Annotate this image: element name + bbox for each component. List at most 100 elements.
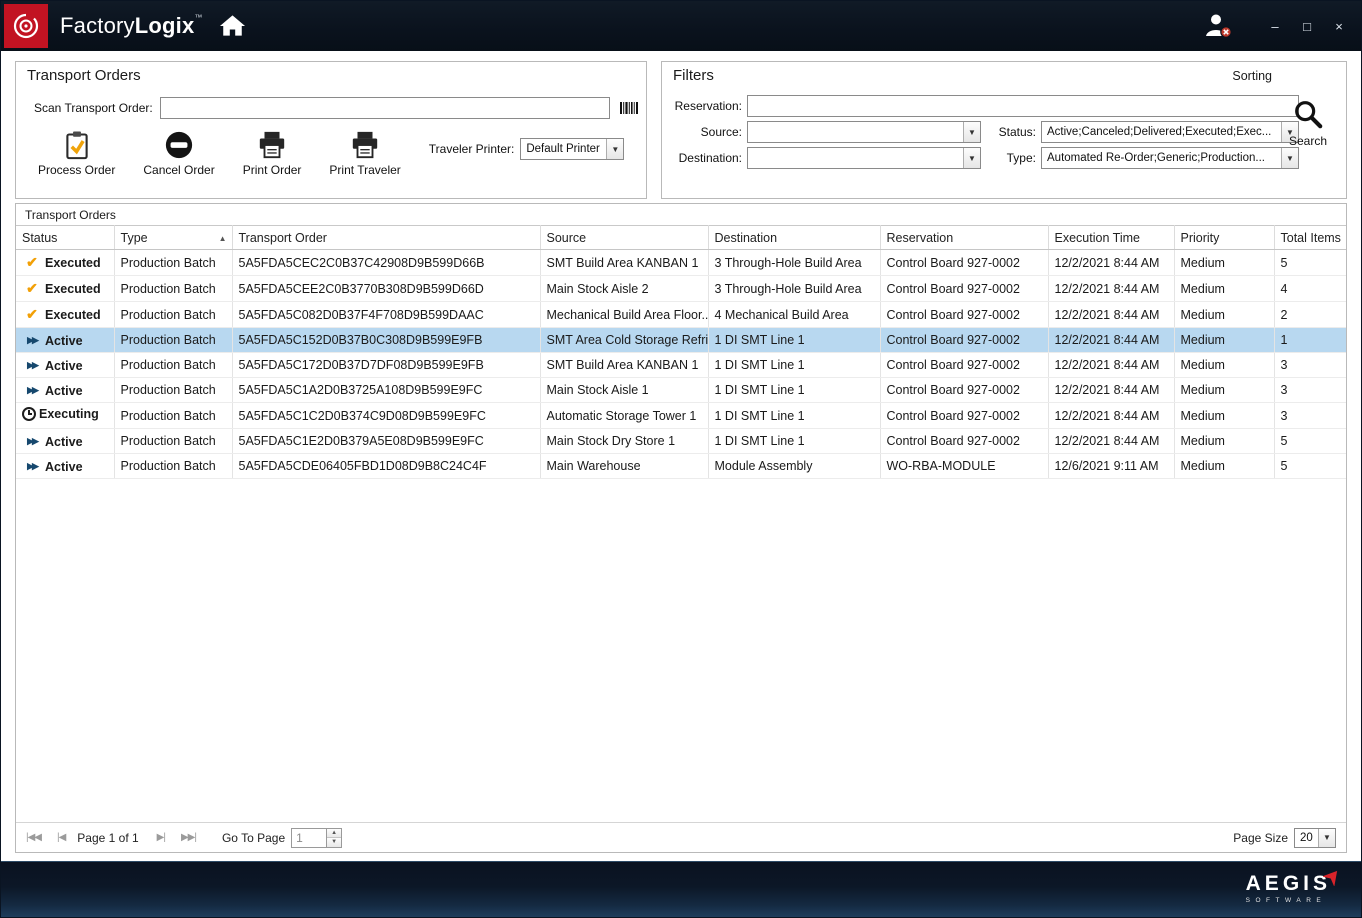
aegis-subtitle-text: SOFTWARE xyxy=(1246,897,1341,904)
traveler-printer-value: Default Printer xyxy=(521,143,606,155)
active-status-icon xyxy=(22,461,42,472)
search-button[interactable]: Search xyxy=(1280,98,1336,148)
priority-cell: Medium xyxy=(1174,276,1274,302)
scan-transport-order-input[interactable] xyxy=(160,97,610,119)
execution-time-cell: 12/6/2021 9:11 AM xyxy=(1048,454,1174,479)
sorting-label[interactable]: Sorting xyxy=(1232,69,1272,83)
sort-ascending-icon: ▲ xyxy=(219,234,227,243)
page-size-group: Page Size 20 ▼ xyxy=(1233,828,1336,848)
execution-time-cell: 12/2/2021 8:44 AM xyxy=(1048,276,1174,302)
chevron-down-icon: ▼ xyxy=(963,148,980,168)
execution-time-cell: 12/2/2021 8:44 AM xyxy=(1048,328,1174,353)
traveler-printer-select[interactable]: Default Printer ▼ xyxy=(520,138,624,160)
transport-orders-panel-title: Transport Orders xyxy=(16,62,646,84)
column-header-transport-order[interactable]: Transport Order xyxy=(232,226,540,250)
aegis-logo: AEGIS SOFTWARE xyxy=(1246,871,1341,904)
total-items-cell: 3 xyxy=(1274,378,1346,403)
table-row[interactable]: ActiveProduction Batch5A5FDA5C1E2D0B379A… xyxy=(16,429,1346,454)
table-row[interactable]: ActiveProduction Batch5A5FDA5C172D0B37D7… xyxy=(16,353,1346,378)
page-size-select[interactable]: 20 ▼ xyxy=(1294,828,1336,848)
type-cell: Production Batch xyxy=(114,276,232,302)
transport-orders-tbody: ExecutedProduction Batch5A5FDA5CEC2C0B37… xyxy=(16,250,1346,479)
last-page-button[interactable]: ▶▶| xyxy=(181,832,196,843)
status-cell: Active xyxy=(16,328,114,353)
spinner-buttons[interactable]: ▲▼ xyxy=(327,828,342,848)
priority-cell: Medium xyxy=(1174,302,1274,328)
type-cell: Production Batch xyxy=(114,403,232,429)
table-row[interactable]: ExecutingProduction Batch5A5FDA5C1C2D0B3… xyxy=(16,403,1346,429)
logout-user-button[interactable] xyxy=(1203,13,1233,39)
priority-cell: Medium xyxy=(1174,454,1274,479)
cancel-order-button[interactable]: Cancel Order xyxy=(143,129,214,177)
type-cell: Production Batch xyxy=(114,302,232,328)
print-traveler-label: Print Traveler xyxy=(329,163,400,177)
minimize-button[interactable]: – xyxy=(1261,14,1289,38)
table-row[interactable]: ActiveProduction Batch5A5FDA5CDE06405FBD… xyxy=(16,454,1346,479)
transport-order-cell: 5A5FDA5C1E2D0B379A5E08D9B599E9FC xyxy=(232,429,540,454)
home-button[interactable] xyxy=(219,14,246,38)
type-select[interactable]: Automated Re-Order;Generic;Production...… xyxy=(1041,147,1299,169)
column-header-source[interactable]: Source xyxy=(540,226,708,250)
trademark: ™ xyxy=(194,13,202,22)
table-row[interactable]: ActiveProduction Batch5A5FDA5C1A2D0B3725… xyxy=(16,378,1346,403)
table-row[interactable]: ExecutedProduction Batch5A5FDA5C082D0B37… xyxy=(16,302,1346,328)
destination-cell: 1 DI SMT Line 1 xyxy=(708,403,880,429)
column-header-execution-time[interactable]: Execution Time xyxy=(1048,226,1174,250)
first-page-button[interactable]: |◀◀ xyxy=(26,832,41,843)
column-header-type[interactable]: Type▲ xyxy=(114,226,232,250)
transport-orders-panel: Transport Orders Scan Transport Order: xyxy=(15,61,647,199)
user-logout-icon xyxy=(1203,13,1233,39)
close-button[interactable]: × xyxy=(1325,14,1353,38)
reservation-input[interactable] xyxy=(747,95,1299,117)
executed-status-icon xyxy=(22,254,42,271)
execution-time-cell: 12/2/2021 8:44 AM xyxy=(1048,302,1174,328)
executing-status-icon xyxy=(22,407,36,421)
order-actions-row: Process Order Cancel Order xyxy=(38,129,646,177)
reservation-cell: Control Board 927-0002 xyxy=(880,403,1048,429)
maximize-button[interactable]: □ xyxy=(1293,14,1321,38)
table-row[interactable]: ExecutedProduction Batch5A5FDA5CEE2C0B37… xyxy=(16,276,1346,302)
table-scroll-area[interactable]: StatusType▲Transport OrderSourceDestinat… xyxy=(16,225,1346,822)
status-select[interactable]: Active;Canceled;Delivered;Executed;Exec.… xyxy=(1041,121,1299,143)
column-header-status[interactable]: Status xyxy=(16,226,114,250)
print-traveler-button[interactable]: Print Traveler xyxy=(329,129,400,177)
destination-cell: Module Assembly xyxy=(708,454,880,479)
total-items-cell: 5 xyxy=(1274,454,1346,479)
main-content: Transport Orders Scan Transport Order: xyxy=(1,51,1361,861)
spin-up-icon[interactable]: ▲ xyxy=(327,829,341,838)
priority-cell: Medium xyxy=(1174,328,1274,353)
previous-page-button[interactable]: |◀ xyxy=(57,832,65,843)
type-cell: Production Batch xyxy=(114,250,232,276)
go-to-page-stepper[interactable]: ▲▼ xyxy=(291,828,342,848)
brand-logix: Logix xyxy=(135,13,195,38)
table-row[interactable]: ExecutedProduction Batch5A5FDA5CEC2C0B37… xyxy=(16,250,1346,276)
source-cell: Main Stock Aisle 2 xyxy=(540,276,708,302)
column-header-priority[interactable]: Priority xyxy=(1174,226,1274,250)
page-size-label: Page Size xyxy=(1233,831,1288,845)
destination-select[interactable]: ▼ xyxy=(747,147,981,169)
chevron-down-icon: ▼ xyxy=(1318,829,1335,847)
destination-label: Destination: xyxy=(670,151,742,165)
source-label: Source: xyxy=(670,125,742,139)
destination-cell: 3 Through-Hole Build Area xyxy=(708,250,880,276)
transport-order-cell: 5A5FDA5C172D0B37D7DF08D9B599E9FB xyxy=(232,353,540,378)
next-page-button[interactable]: ▶| xyxy=(157,832,165,843)
column-header-total-items[interactable]: Total Items xyxy=(1274,226,1346,250)
source-select[interactable]: ▼ xyxy=(747,121,981,143)
transport-order-cell: 5A5FDA5C152D0B37B0C308D9B599E9FB xyxy=(232,328,540,353)
go-to-page-input[interactable] xyxy=(291,828,327,848)
execution-time-cell: 12/2/2021 8:44 AM xyxy=(1048,353,1174,378)
spin-down-icon[interactable]: ▼ xyxy=(327,837,341,847)
destination-cell: 3 Through-Hole Build Area xyxy=(708,276,880,302)
process-order-button[interactable]: Process Order xyxy=(38,129,115,177)
type-cell: Production Batch xyxy=(114,353,232,378)
barcode-icon xyxy=(620,102,638,114)
status-cell: Executed xyxy=(16,302,114,328)
source-cell: Main Warehouse xyxy=(540,454,708,479)
column-header-reservation[interactable]: Reservation xyxy=(880,226,1048,250)
source-cell: SMT Build Area KANBAN 1 xyxy=(540,250,708,276)
column-header-destination[interactable]: Destination xyxy=(708,226,880,250)
table-row[interactable]: ActiveProduction Batch5A5FDA5C152D0B37B0… xyxy=(16,328,1346,353)
print-order-button[interactable]: Print Order xyxy=(243,129,302,177)
status-label: Status: xyxy=(986,125,1036,139)
